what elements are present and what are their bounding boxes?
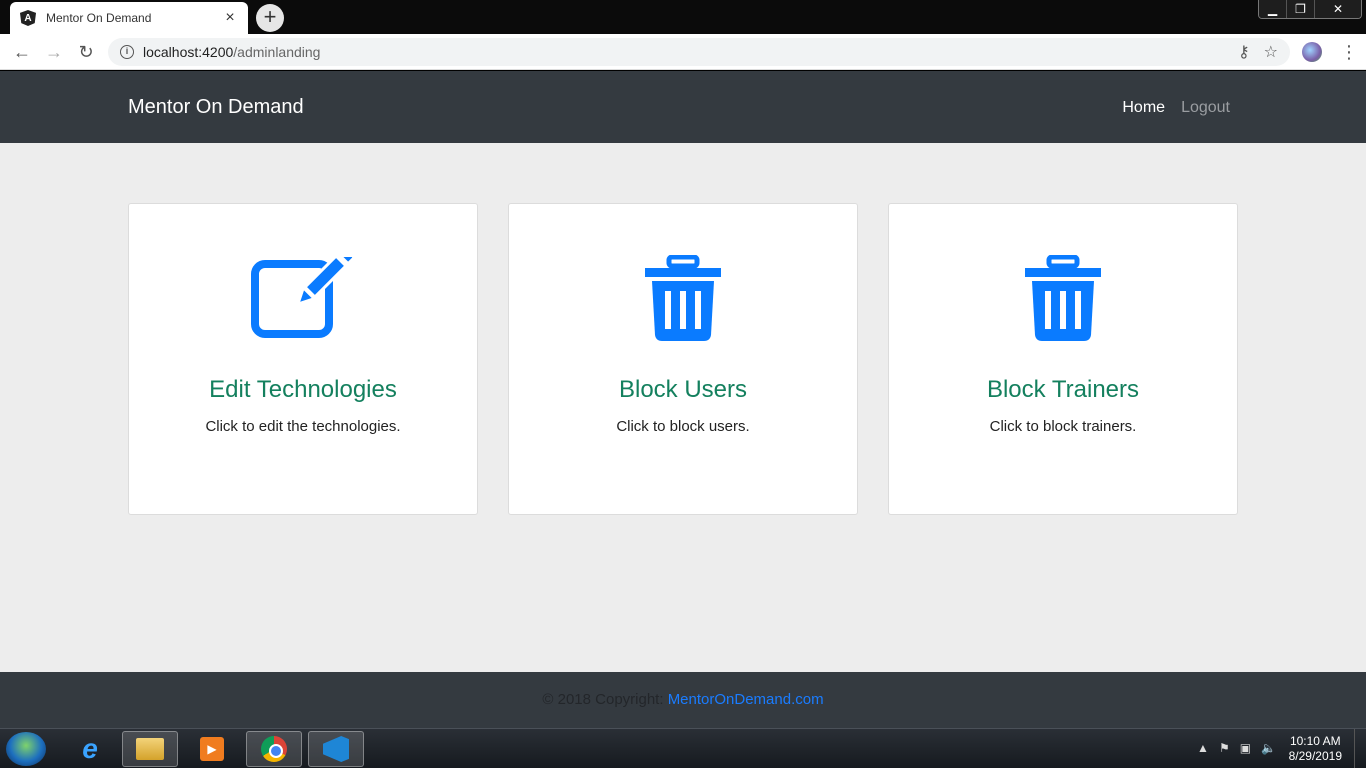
nav-home-link[interactable]: Home — [1122, 99, 1165, 117]
page-content: Mentor On Demand Home Logout Edit Techno… — [0, 71, 1366, 728]
reload-icon[interactable]: ↻ — [74, 40, 98, 64]
card-block-users[interactable]: Block Users Click to block users. — [508, 203, 858, 515]
os-taskbar: e ▶ ▲ ⚑ ▣ 🔈 10:10 AM 8/29/2019 — [0, 728, 1366, 768]
file-explorer-icon[interactable] — [122, 731, 178, 767]
card-description: Click to block trainers. — [989, 418, 1137, 435]
url-text[interactable]: localhost:4200/adminlanding — [143, 44, 1224, 60]
show-desktop-button[interactable] — [1354, 729, 1366, 768]
card-description: Click to edit the technologies. — [205, 418, 401, 435]
clock-time: 10:10 AM — [1289, 734, 1341, 748]
card-description: Click to block users. — [616, 418, 750, 435]
footer-copyright: © 2018 Copyright: — [542, 691, 664, 708]
info-icon[interactable]: i — [120, 45, 134, 59]
admin-cards: Edit Technologies Click to edit the tech… — [128, 203, 1238, 515]
menu-dots-icon[interactable]: ⋮ — [1340, 40, 1358, 64]
windows-start-icon[interactable] — [6, 732, 46, 766]
media-player-icon[interactable]: ▶ — [184, 731, 240, 767]
angular-icon: A — [20, 10, 36, 26]
action-center-flag-icon[interactable]: ⚑ — [1219, 741, 1230, 755]
trash-icon — [509, 254, 857, 344]
url-path: /adminlanding — [233, 44, 321, 60]
chrome-taskbar-icon[interactable] — [246, 731, 302, 767]
address-bar[interactable]: i localhost:4200/adminlanding ⚷ ☆ — [108, 38, 1290, 66]
footer-link[interactable]: MentorOnDemand.com — [668, 691, 824, 708]
back-arrow-icon[interactable]: ← — [10, 40, 34, 64]
card-title: Edit Technologies — [209, 376, 397, 403]
card-block-trainers[interactable]: Block Trainers Click to block trainers. — [888, 203, 1238, 515]
volume-muted-icon[interactable]: 🔈 — [1261, 741, 1276, 755]
card-title: Block Trainers — [986, 376, 1140, 403]
tray-expand-icon[interactable]: ▲ — [1197, 741, 1209, 755]
nav-links: Home Logout — [1122, 99, 1230, 117]
internet-explorer-icon[interactable]: e — [62, 731, 118, 767]
site-brand[interactable]: Mentor On Demand — [128, 96, 304, 119]
window-controls: ▁ ❐ ✕ — [1258, 0, 1362, 19]
nav-logout-link[interactable]: Logout — [1181, 99, 1230, 117]
clock-date: 8/29/2019 — [1288, 749, 1342, 763]
trash-icon — [889, 254, 1237, 344]
close-window-button[interactable]: ✕ — [1315, 0, 1361, 18]
system-tray: ▲ ⚑ ▣ 🔈 — [1197, 741, 1276, 755]
minimize-button[interactable]: ▁ — [1259, 0, 1287, 18]
browser-toolbar: ← → ↻ i localhost:4200/adminlanding ⚷ ☆ … — [0, 34, 1366, 70]
vscode-taskbar-icon[interactable] — [308, 731, 364, 767]
network-icon[interactable]: ▣ — [1240, 741, 1251, 755]
star-icon[interactable]: ☆ — [1264, 42, 1278, 62]
maximize-button[interactable]: ❐ — [1287, 0, 1315, 18]
site-footer: © 2018 Copyright: MentorOnDemand.com — [0, 672, 1366, 728]
tab-title: Mentor On Demand — [46, 11, 152, 25]
url-host: localhost:4200 — [143, 44, 234, 60]
browser-tab[interactable]: A Mentor On Demand × — [10, 2, 248, 34]
tab-close-icon[interactable]: × — [222, 9, 238, 27]
edit-icon — [129, 254, 477, 344]
new-tab-button[interactable]: + — [256, 4, 284, 32]
card-edit-technologies[interactable]: Edit Technologies Click to edit the tech… — [128, 203, 478, 515]
key-icon[interactable]: ⚷ — [1238, 42, 1250, 62]
card-title: Block Users — [618, 376, 748, 403]
profile-avatar[interactable] — [1302, 42, 1322, 62]
system-clock[interactable]: 10:10 AM 8/29/2019 — [1289, 734, 1342, 764]
browser-tab-strip: A Mentor On Demand × + ▁ ❐ ✕ — [0, 0, 1366, 34]
site-navbar: Mentor On Demand Home Logout — [0, 71, 1366, 143]
forward-arrow-icon[interactable]: → — [42, 40, 66, 64]
